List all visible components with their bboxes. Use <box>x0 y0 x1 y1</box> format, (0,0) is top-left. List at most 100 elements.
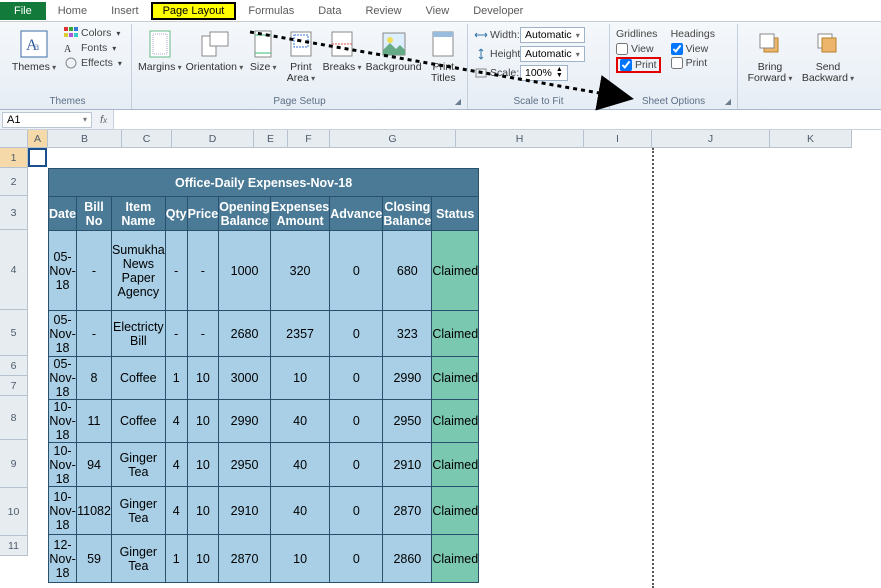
cell[interactable]: Claimed <box>432 443 479 487</box>
select-all-corner[interactable] <box>0 130 28 148</box>
cell[interactable]: 12-Nov-18 <box>49 535 77 583</box>
cell[interactable]: Claimed <box>432 535 479 583</box>
column-header-F[interactable]: F <box>288 130 330 148</box>
cell[interactable]: 2990 <box>383 357 432 400</box>
cell[interactable]: 10-Nov-18 <box>49 400 77 443</box>
print-titles-button[interactable]: Print Titles <box>426 26 461 86</box>
cell[interactable]: Claimed <box>432 357 479 400</box>
sheet-options-launcher-icon[interactable]: ◢ <box>725 97 731 106</box>
margins-button[interactable]: Margins <box>138 26 182 75</box>
column-header-J[interactable]: J <box>652 130 770 148</box>
send-backward-button[interactable]: Send Backward <box>800 26 856 86</box>
cell[interactable]: 0 <box>330 535 383 583</box>
row-header-4[interactable]: 4 <box>0 230 28 310</box>
row-header-10[interactable]: 10 <box>0 488 28 536</box>
cell[interactable]: 4 <box>165 443 187 487</box>
tab-insert[interactable]: Insert <box>99 2 151 20</box>
breaks-button[interactable]: Breaks <box>323 26 362 75</box>
headings-view-checkbox[interactable]: View <box>671 43 715 55</box>
cell[interactable]: Coffee <box>111 400 165 443</box>
column-header-D[interactable]: D <box>172 130 254 148</box>
themes-button[interactable]: Aa Themes <box>10 26 58 75</box>
row-header-8[interactable]: 8 <box>0 396 28 440</box>
tab-page-layout[interactable]: Page Layout <box>151 2 237 20</box>
cell[interactable]: 1 <box>165 357 187 400</box>
cell[interactable]: 4 <box>165 487 187 535</box>
cell[interactable]: - <box>165 311 187 357</box>
cell[interactable]: 0 <box>330 400 383 443</box>
table-row[interactable]: 10-Nov-1894Ginger Tea41029504002910Claim… <box>49 443 479 487</box>
fx-icon[interactable]: fx <box>94 114 113 126</box>
row-header-7[interactable]: 7 <box>0 376 28 396</box>
cell[interactable]: 40 <box>270 400 329 443</box>
tab-view[interactable]: View <box>414 2 462 20</box>
background-button[interactable]: Background <box>366 26 422 75</box>
cell[interactable]: 10 <box>187 443 219 487</box>
row-header-6[interactable]: 6 <box>0 356 28 376</box>
orientation-button[interactable]: Orientation <box>186 26 244 75</box>
cell[interactable]: 10 <box>187 487 219 535</box>
size-button[interactable]: Size <box>247 26 279 75</box>
cell[interactable]: 2910 <box>219 487 271 535</box>
cell[interactable]: 0 <box>330 487 383 535</box>
cell[interactable]: Ginger Tea <box>111 443 165 487</box>
cell[interactable]: 2680 <box>219 311 271 357</box>
print-area-button[interactable]: Print Area <box>283 26 318 86</box>
cell[interactable]: 3000 <box>219 357 271 400</box>
table-row[interactable]: 12-Nov-1859Ginger Tea11028701002860Claim… <box>49 535 479 583</box>
cell[interactable]: 0 <box>330 311 383 357</box>
cell[interactable]: 0 <box>330 357 383 400</box>
cell[interactable]: 4 <box>165 400 187 443</box>
cell[interactable]: Claimed <box>432 231 479 311</box>
cell[interactable]: 2910 <box>383 443 432 487</box>
cell[interactable]: 10 <box>187 400 219 443</box>
cell[interactable]: 10 <box>270 535 329 583</box>
cell[interactable]: 40 <box>270 487 329 535</box>
tab-developer[interactable]: Developer <box>461 2 535 20</box>
cell[interactable]: 320 <box>270 231 329 311</box>
cell[interactable]: 2870 <box>383 487 432 535</box>
cell[interactable]: 10 <box>187 357 219 400</box>
column-header-C[interactable]: C <box>122 130 172 148</box>
cell[interactable]: 40 <box>270 443 329 487</box>
cell[interactable]: 2990 <box>219 400 271 443</box>
row-header-11[interactable]: 11 <box>0 536 28 556</box>
cell[interactable]: 0 <box>330 231 383 311</box>
bring-forward-button[interactable]: Bring Forward <box>744 26 796 86</box>
column-header-G[interactable]: G <box>330 130 456 148</box>
table-row[interactable]: 05-Nov-188Coffee11030001002990Claimed <box>49 357 479 400</box>
cell[interactable]: 2860 <box>383 535 432 583</box>
cell[interactable]: - <box>77 231 112 311</box>
cell[interactable]: 2357 <box>270 311 329 357</box>
cell[interactable]: 11 <box>77 400 112 443</box>
effects-button[interactable]: Effects▾ <box>62 56 124 70</box>
row-header-9[interactable]: 9 <box>0 440 28 488</box>
cell[interactable]: - <box>165 231 187 311</box>
cell[interactable]: Sumukha News Paper Agency <box>111 231 165 311</box>
cell[interactable]: - <box>77 311 112 357</box>
tab-data[interactable]: Data <box>306 2 353 20</box>
cell[interactable]: Claimed <box>432 400 479 443</box>
cell[interactable]: 1 <box>165 535 187 583</box>
tab-formulas[interactable]: Formulas <box>236 2 306 20</box>
table-row[interactable]: 05-Nov-18-Electricty Bill--268023570323C… <box>49 311 479 357</box>
cell[interactable]: 05-Nov-18 <box>49 357 77 400</box>
table-row[interactable]: 10-Nov-1811082Ginger Tea41029104002870Cl… <box>49 487 479 535</box>
cell[interactable]: 59 <box>77 535 112 583</box>
column-header-H[interactable]: H <box>456 130 584 148</box>
column-header-I[interactable]: I <box>584 130 652 148</box>
cell[interactable]: Ginger Tea <box>111 487 165 535</box>
cell[interactable]: 323 <box>383 311 432 357</box>
cell[interactable]: 05-Nov-18 <box>49 231 77 311</box>
page-setup-launcher-icon[interactable]: ◢ <box>455 97 461 106</box>
table-row[interactable]: 05-Nov-18-Sumukha News Paper Agency--100… <box>49 231 479 311</box>
row-header-2[interactable]: 2 <box>0 168 28 196</box>
column-header-K[interactable]: K <box>770 130 852 148</box>
column-header-A[interactable]: A <box>28 130 48 148</box>
cell[interactable]: Ginger Tea <box>111 535 165 583</box>
cell[interactable]: Claimed <box>432 311 479 357</box>
column-header-E[interactable]: E <box>254 130 288 148</box>
cell[interactable]: - <box>187 231 219 311</box>
tab-review[interactable]: Review <box>353 2 413 20</box>
cell[interactable]: Claimed <box>432 487 479 535</box>
